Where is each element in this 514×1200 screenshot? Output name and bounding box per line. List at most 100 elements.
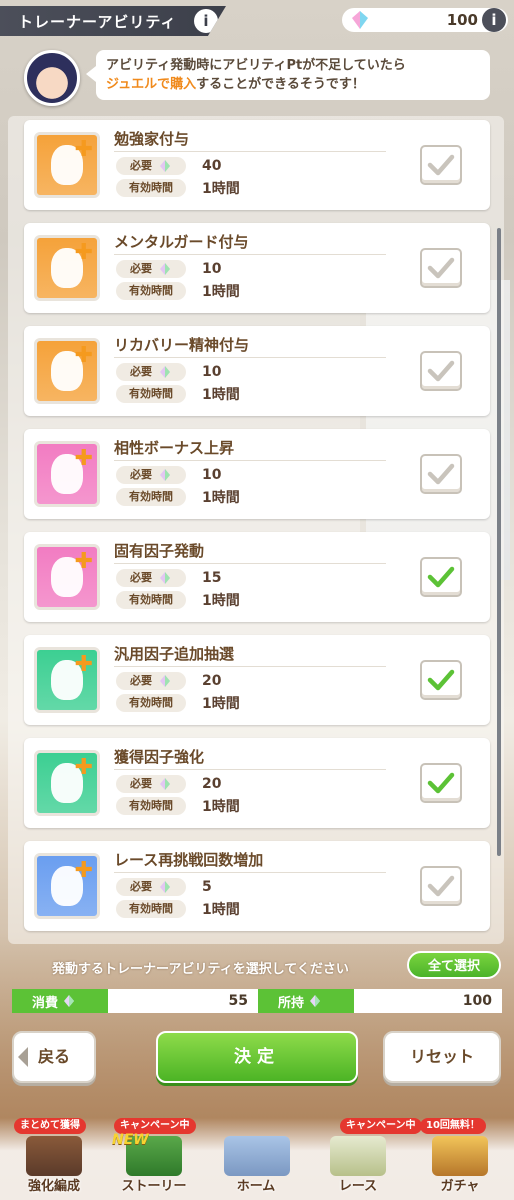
ability-duration: 1時間	[202, 490, 240, 506]
required-label: 必要	[130, 159, 152, 172]
ability-name: メンタルガード付与	[114, 233, 249, 251]
ability-checkbox[interactable]	[420, 454, 462, 494]
ability-icon: ✚	[34, 544, 100, 610]
duration-label: 有効時間	[116, 591, 186, 609]
ability-icon: ✚	[34, 338, 100, 404]
plus-icon: ✚	[74, 858, 93, 883]
ability-icon: ✚	[34, 132, 100, 198]
ability-cost: 10	[202, 261, 222, 277]
nav-enhance[interactable]: まとめて獲得 強化編成	[4, 1118, 104, 1200]
confirm-button[interactable]: 決定	[156, 1031, 358, 1083]
back-button[interactable]: 戻る	[12, 1031, 96, 1083]
ability-icon: ✚	[34, 235, 100, 301]
ability-name: 獲得因子強化	[114, 748, 205, 766]
cost-row: 必要 5	[116, 878, 212, 896]
duration-label: 有効時間	[116, 488, 186, 506]
divider	[114, 357, 386, 358]
ability-duration: 1時間	[202, 181, 240, 197]
nav-label: ホーム	[236, 1179, 276, 1194]
duration-row: 有効時間 1時間	[116, 694, 240, 712]
select-prompt: 発動するトレーナーアビリティを選択してください	[52, 962, 349, 977]
jewel-icon	[352, 11, 368, 29]
duration-row: 有効時間 1時間	[116, 488, 240, 506]
ability-cost: 40	[202, 158, 222, 174]
ability-checkbox[interactable]	[420, 763, 462, 803]
checkmark-icon	[427, 772, 455, 794]
jewel-info-icon[interactable]: i	[482, 8, 506, 32]
ability-card[interactable]: ✚ 汎用因子追加抽選 必要 20 有効時間 1時間	[24, 635, 490, 725]
screen-title: トレーナーアビリティ	[18, 12, 177, 31]
ability-checkbox[interactable]	[420, 351, 462, 391]
duration-label: 有効時間	[116, 179, 186, 197]
ability-duration: 1時間	[202, 593, 240, 609]
nav-story[interactable]: キャンペーン中 NEW ストーリー	[104, 1118, 204, 1200]
ability-pt-icon	[160, 881, 170, 893]
ability-card[interactable]: ✚ 相性ボーナス上昇 必要 10 有効時間 1時間	[24, 429, 490, 519]
reset-button[interactable]: リセット	[383, 1031, 501, 1083]
ability-name: リカバリー精神付与	[114, 336, 250, 354]
tip-line-1: アビリティ発動時にアビリティPtが不足していたら	[106, 58, 406, 73]
race-gate-icon	[330, 1136, 386, 1176]
cost-row: 必要 40	[116, 157, 221, 175]
ability-icon: ✚	[34, 853, 100, 919]
nav-race[interactable]: キャンペーン中 レース	[308, 1118, 422, 1200]
divider	[114, 151, 386, 152]
required-label: 必要	[130, 777, 152, 790]
required-pill: 必要	[116, 363, 186, 381]
plus-icon: ✚	[74, 446, 93, 471]
ability-cost: 10	[202, 364, 222, 380]
ability-card[interactable]: ✚ レース再挑戦回数増加 必要 5 有効時間 1時間	[24, 841, 490, 931]
checkmark-icon	[427, 360, 455, 382]
ability-checkbox[interactable]	[420, 866, 462, 906]
plus-icon: ✚	[74, 343, 93, 368]
ability-card[interactable]: ✚ 固有因子発動 必要 15 有効時間 1時間	[24, 532, 490, 622]
checkmark-icon	[427, 154, 455, 176]
required-label: 必要	[130, 571, 152, 584]
plus-icon: ✚	[74, 240, 93, 265]
ability-checkbox[interactable]	[420, 248, 462, 288]
checkmark-icon	[427, 257, 455, 279]
ability-duration: 1時間	[202, 284, 240, 300]
info-icon[interactable]: i	[194, 9, 218, 33]
nav-home[interactable]: ホーム	[206, 1118, 306, 1200]
divider	[114, 769, 386, 770]
have-value: 100	[354, 989, 502, 1013]
nav-badge: 10回無料！	[420, 1118, 486, 1134]
list-scrollbar[interactable]	[497, 228, 501, 856]
have-label-box: 所持	[258, 989, 354, 1013]
consume-value: 55	[108, 989, 258, 1013]
bottom-nav: まとめて獲得 強化編成 キャンペーン中 NEW ストーリー ホーム キャンペーン…	[0, 1118, 514, 1200]
ability-icon: ✚	[34, 441, 100, 507]
divider	[114, 460, 386, 461]
ability-cost: 20	[202, 776, 222, 792]
ability-duration: 1時間	[202, 902, 240, 918]
duration-row: 有効時間 1時間	[116, 797, 240, 815]
ability-card[interactable]: ✚ 獲得因子強化 必要 20 有効時間 1時間	[24, 738, 490, 828]
required-pill: 必要	[116, 775, 186, 793]
character-icon	[26, 1136, 82, 1176]
ability-name: 勉強家付与	[114, 130, 190, 148]
ability-cost: 15	[202, 570, 222, 586]
nav-label: ストーリー	[121, 1179, 187, 1194]
select-all-button[interactable]: 全て選択	[407, 951, 501, 979]
consume-label: 消費	[32, 995, 59, 1011]
required-label: 必要	[130, 468, 152, 481]
duration-row: 有効時間 1時間	[116, 179, 240, 197]
ability-checkbox[interactable]	[420, 660, 462, 700]
ability-pt-icon	[160, 263, 170, 275]
nav-gacha[interactable]: 10回無料！ ガチャ	[410, 1118, 510, 1200]
ability-card[interactable]: ✚ リカバリー精神付与 必要 10 有効時間 1時間	[24, 326, 490, 416]
divider	[114, 254, 386, 255]
ability-card[interactable]: ✚ 勉強家付与必要 40 有効時間 1時間	[24, 120, 490, 210]
required-label: 必要	[130, 880, 152, 893]
duration-label: 有効時間	[116, 797, 186, 815]
gacha-icon	[432, 1136, 488, 1176]
ability-checkbox[interactable]	[420, 145, 462, 185]
duration-label: 有効時間	[116, 694, 186, 712]
plus-icon: ✚	[74, 137, 93, 162]
required-pill: 必要	[116, 672, 186, 690]
screen-title-bar: トレーナーアビリティ i	[0, 6, 226, 36]
ability-pt-icon	[160, 572, 170, 584]
ability-card[interactable]: ✚ メンタルガード付与 必要 10 有効時間 1時間	[24, 223, 490, 313]
ability-checkbox[interactable]	[420, 557, 462, 597]
